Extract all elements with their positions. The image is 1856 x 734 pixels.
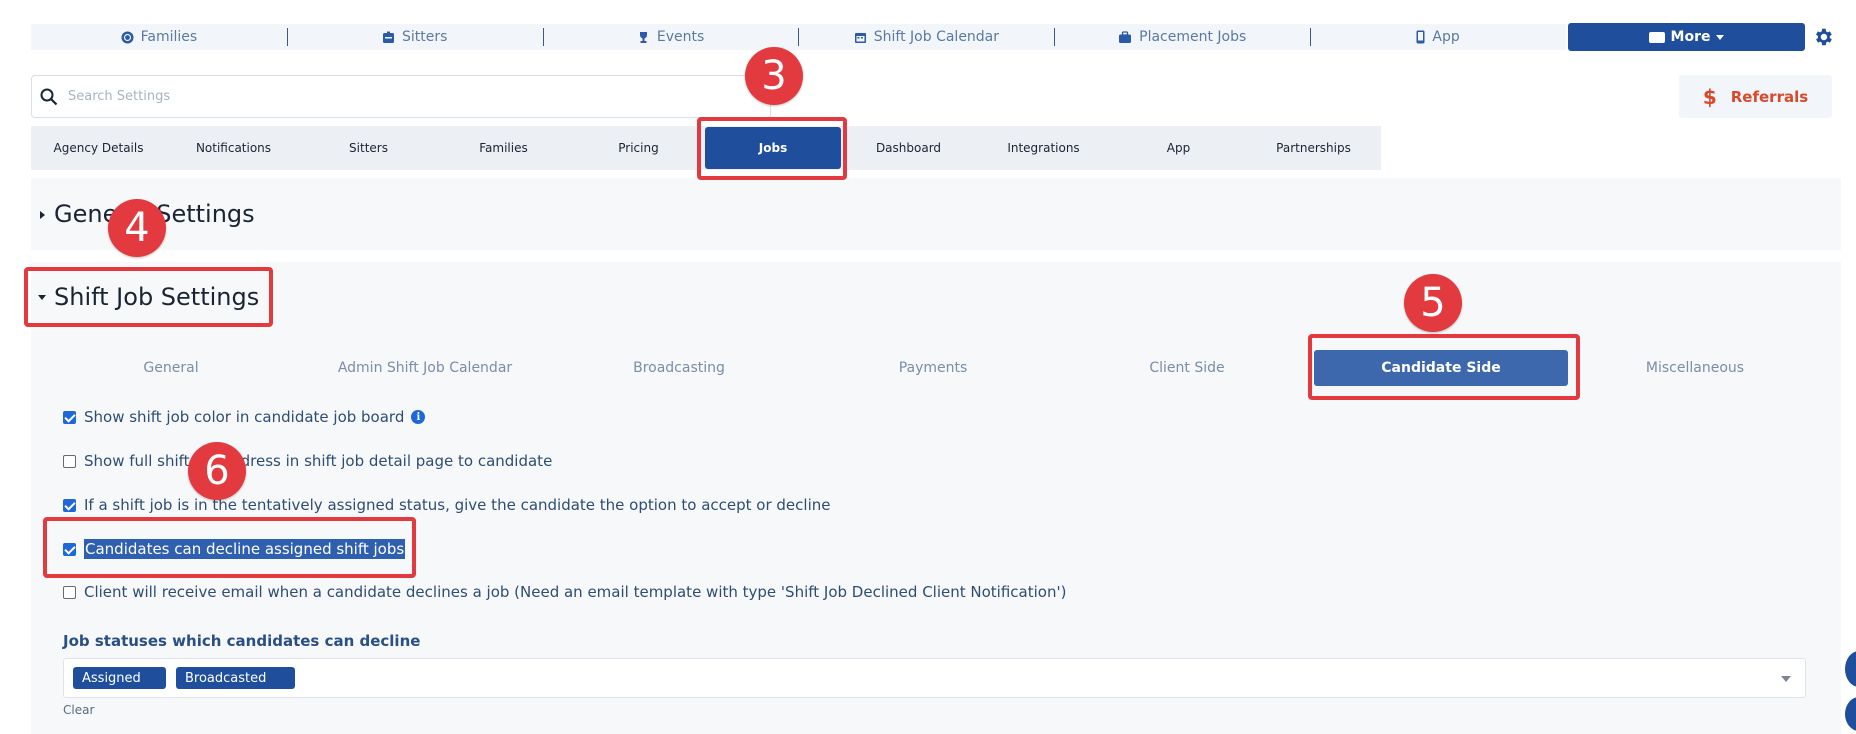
clear-link[interactable]: Clear <box>63 703 94 717</box>
briefcase-icon <box>1119 30 1132 43</box>
nav-events-label: Events <box>656 29 705 45</box>
tab-agency-details[interactable]: Agency Details <box>31 126 166 170</box>
subtab-client-side[interactable]: Client Side <box>1060 350 1314 386</box>
nav-placement-jobs[interactable]: Placement Jobs <box>1054 24 1310 50</box>
option-label: Show full shift job address in shift job… <box>84 452 553 470</box>
tab-integrations[interactable]: Integrations <box>976 126 1111 170</box>
checkbox[interactable] <box>63 498 76 512</box>
decline-statuses-label: Job statuses which candidates can declin… <box>63 632 421 650</box>
annotation-box-shift-settings <box>24 267 273 327</box>
subtab-admin-shift-job-calendar[interactable]: Admin Shift Job Calendar <box>298 350 552 386</box>
search-input[interactable] <box>68 89 718 104</box>
nav-shift-job-calendar[interactable]: Shift Job Calendar <box>798 24 1054 50</box>
tab-dashboard[interactable]: Dashboard <box>841 126 976 170</box>
option-client-email: Client will receive email when a candida… <box>63 583 1066 601</box>
globe-icon <box>121 31 134 43</box>
help-widget[interactable] <box>1845 651 1856 687</box>
annotation-box-decline-option <box>43 517 416 578</box>
tab-families[interactable]: Families <box>436 126 571 170</box>
checkbox[interactable] <box>63 585 76 599</box>
nav-shift-job-calendar-label: Shift Job Calendar <box>873 29 1000 45</box>
more-menu-button[interactable]: More <box>1568 23 1805 51</box>
subtab-general[interactable]: General <box>44 350 298 386</box>
more-label: More <box>1670 29 1711 45</box>
tab-sitters[interactable]: Sitters <box>301 126 436 170</box>
general-settings-section[interactable] <box>31 178 1841 250</box>
subtab-miscellaneous[interactable]: Miscellaneous <box>1568 350 1822 386</box>
nav-app-label: App <box>1432 29 1460 45</box>
chat-widget[interactable] <box>1845 697 1856 731</box>
info-icon[interactable]: i <box>411 410 426 424</box>
subtab-broadcasting[interactable]: Broadcasting <box>552 350 806 386</box>
annotation-badge-4: 4 <box>108 199 166 257</box>
option-label: Show shift job color in candidate job bo… <box>84 408 405 426</box>
nav-placement-jobs-label: Placement Jobs <box>1139 29 1247 45</box>
gear-icon[interactable] <box>1812 26 1834 48</box>
nav-app[interactable]: App <box>1310 24 1566 50</box>
settings-page: Families Sitters Events Shift Job Calend… <box>0 0 1856 734</box>
caret-down-icon <box>1716 34 1725 40</box>
top-nav: Families Sitters Events Shift Job Calend… <box>31 24 1566 50</box>
annotation-box-candidate-side <box>1308 334 1580 400</box>
tab-partnerships[interactable]: Partnerships <box>1246 126 1381 170</box>
option-label: If a shift job is in the tentatively ass… <box>84 496 831 514</box>
checkbox[interactable] <box>63 454 76 468</box>
caret-right-icon <box>40 211 45 219</box>
annotation-badge-3: 3 <box>745 47 803 105</box>
message-icon <box>1648 31 1665 43</box>
tab-pricing[interactable]: Pricing <box>571 126 706 170</box>
tab-app[interactable]: App <box>1111 126 1246 170</box>
annotation-box-jobs <box>697 117 847 180</box>
referrals-label: Referrals <box>1730 87 1809 106</box>
checkbox[interactable] <box>63 410 76 424</box>
chevron-down-icon[interactable] <box>1781 676 1791 682</box>
option-tentative-accept-decline: If a shift job is in the tentatively ass… <box>63 496 830 514</box>
search-bar <box>31 75 771 118</box>
annotation-badge-5: 5 <box>1404 274 1462 332</box>
id-badge-icon <box>383 31 395 43</box>
option-show-job-color: Show shift job color in candidate job bo… <box>63 408 426 426</box>
subtab-payments[interactable]: Payments <box>806 350 1060 386</box>
annotation-badge-6: 6 <box>188 442 246 500</box>
trophy-icon <box>639 31 647 43</box>
nav-sitters[interactable]: Sitters <box>286 24 543 50</box>
search-icon <box>40 88 58 105</box>
mobile-icon <box>1416 30 1425 44</box>
option-label: Client will receive email when a candida… <box>84 583 1067 601</box>
status-chip[interactable]: Assigned <box>73 667 166 689</box>
nav-sitters-label: Sitters <box>402 29 448 45</box>
nav-events[interactable]: Events <box>542 24 799 50</box>
nav-families[interactable]: Families <box>31 24 287 50</box>
tab-notifications[interactable]: Notifications <box>166 126 301 170</box>
option-show-full-address: Show full shift job address in shift job… <box>63 452 552 470</box>
decline-statuses-select[interactable]: Assigned Broadcasted <box>63 658 1806 698</box>
referrals-button[interactable]: $ Referrals <box>1679 75 1832 118</box>
calendar-icon <box>854 32 866 43</box>
nav-families-label: Families <box>140 29 198 45</box>
status-chip[interactable]: Broadcasted <box>176 667 295 689</box>
dollar-icon: $ <box>1702 84 1717 109</box>
